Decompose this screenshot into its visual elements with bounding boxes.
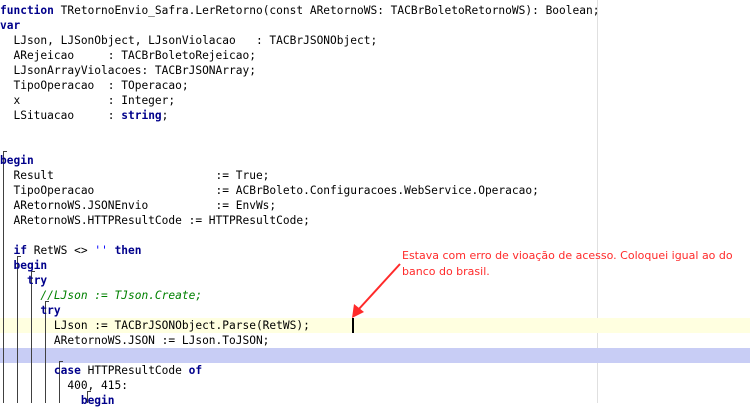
annotation-note: Estava com erro de vioação de acesso. Co… xyxy=(402,249,733,278)
annotation-arrow xyxy=(352,263,401,318)
